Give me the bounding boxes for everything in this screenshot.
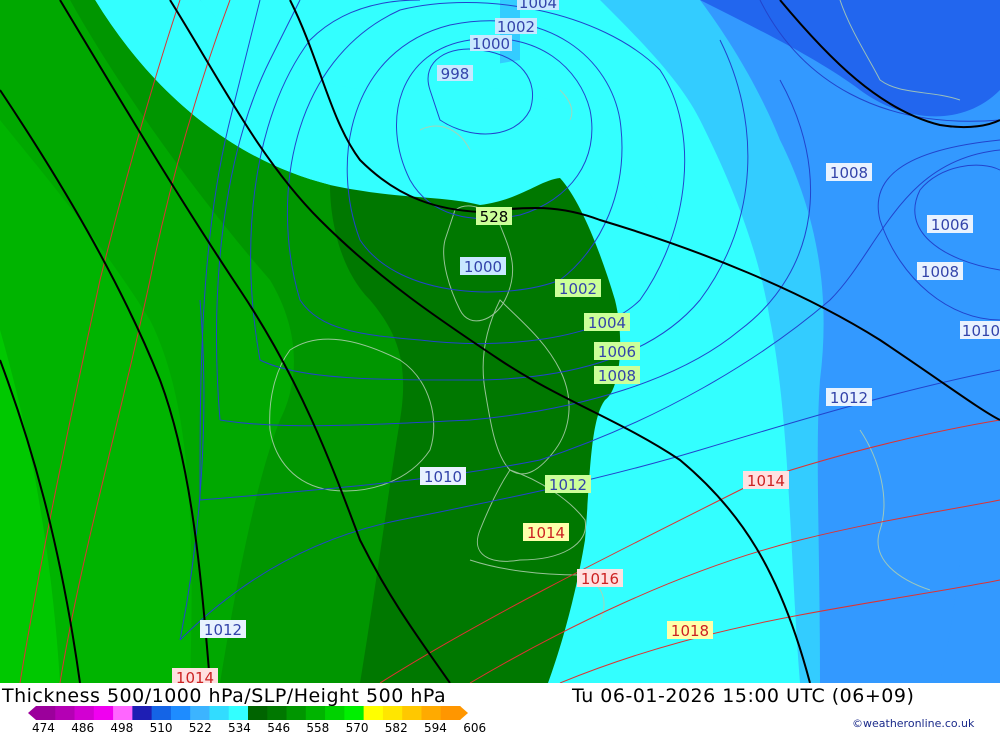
pressure-label: 1014: [527, 524, 565, 542]
pressure-label: 998: [441, 65, 470, 83]
pressure-label: 1002: [559, 280, 597, 298]
scale-label: 546: [267, 721, 291, 733]
scale-label: 534: [228, 721, 251, 733]
scale-label: 510: [149, 721, 173, 733]
scale-swatch: [190, 706, 210, 720]
scale-swatch: [325, 706, 345, 720]
pressure-label: 1016: [581, 570, 619, 588]
scale-label: 486: [71, 721, 95, 733]
scale-swatch: [421, 706, 442, 720]
scale-swatch: [151, 706, 172, 720]
scale-swatch: [113, 706, 133, 720]
legend-bar: Thickness 500/1000 hPa/SLP/Height 500 hP…: [0, 683, 1000, 733]
valid-time: Tu 06-01-2026 15:00 UTC (06+09): [572, 685, 915, 707]
pressure-label: 1000: [472, 35, 510, 53]
scale-label: 594: [424, 721, 447, 733]
scale-swatch: [363, 706, 384, 720]
scale-swatch: [344, 706, 365, 720]
scale-swatch: [93, 706, 114, 720]
map-title: Thickness 500/1000 hPa/SLP/Height 500 hP…: [2, 685, 447, 707]
scale-swatch: [170, 706, 191, 720]
thickness-map: 1004 1002 1000 998 1008 1006 1008 1010 5…: [0, 0, 1000, 683]
pressure-label: 1014: [176, 669, 214, 683]
pressure-label: 1008: [830, 164, 868, 182]
scale-label: 570: [345, 721, 369, 733]
scale-label: 606: [463, 721, 487, 733]
pressure-label: 1000: [464, 258, 502, 276]
scale-swatch: [286, 706, 307, 720]
scale-swatch: [248, 706, 268, 720]
scale-swatch: [74, 706, 95, 720]
pressure-label: 1018: [671, 622, 709, 640]
pressure-label: 1004: [588, 314, 626, 332]
scale-swatch: [382, 706, 403, 720]
pressure-label: 1006: [931, 216, 969, 234]
scale-label: 558: [306, 721, 330, 733]
scale-swatch: [228, 706, 249, 720]
pressure-label: 1002: [497, 18, 535, 36]
scale-swatch: [209, 706, 230, 720]
pressure-label: 1010: [962, 322, 1000, 340]
scale-label: 474: [32, 721, 55, 733]
pressure-label: 1010: [424, 468, 462, 486]
pressure-label: 1008: [921, 263, 959, 281]
pressure-label: 1012: [830, 389, 868, 407]
pressure-label: 1012: [204, 621, 242, 639]
pressure-label: 1012: [549, 476, 587, 494]
scale-swatch: [36, 706, 56, 720]
height-label: 528: [480, 208, 509, 226]
pressure-label: 1004: [519, 0, 557, 12]
scale-swatch: [440, 706, 461, 720]
pressure-label: 1014: [747, 472, 785, 490]
weather-map-panel: 1004 1002 1000 998 1008 1006 1008 1010 5…: [0, 0, 1000, 733]
scale-swatch: [305, 706, 326, 720]
scale-label: 582: [384, 721, 408, 733]
scale-swatch: [132, 706, 153, 720]
pressure-label: 1008: [598, 367, 636, 385]
scale-label: 498: [110, 721, 134, 733]
scale-swatch: [55, 706, 76, 720]
scale-swatch: [267, 706, 288, 720]
scale-arrow-right: [460, 706, 468, 720]
color-scale: [28, 706, 468, 720]
pressure-label: 1006: [598, 343, 636, 361]
credit-text: ©weatheronline.co.uk: [852, 717, 975, 730]
scale-swatch: [402, 706, 422, 720]
scale-label: 522: [188, 721, 212, 733]
scale-arrow-left: [28, 706, 36, 720]
